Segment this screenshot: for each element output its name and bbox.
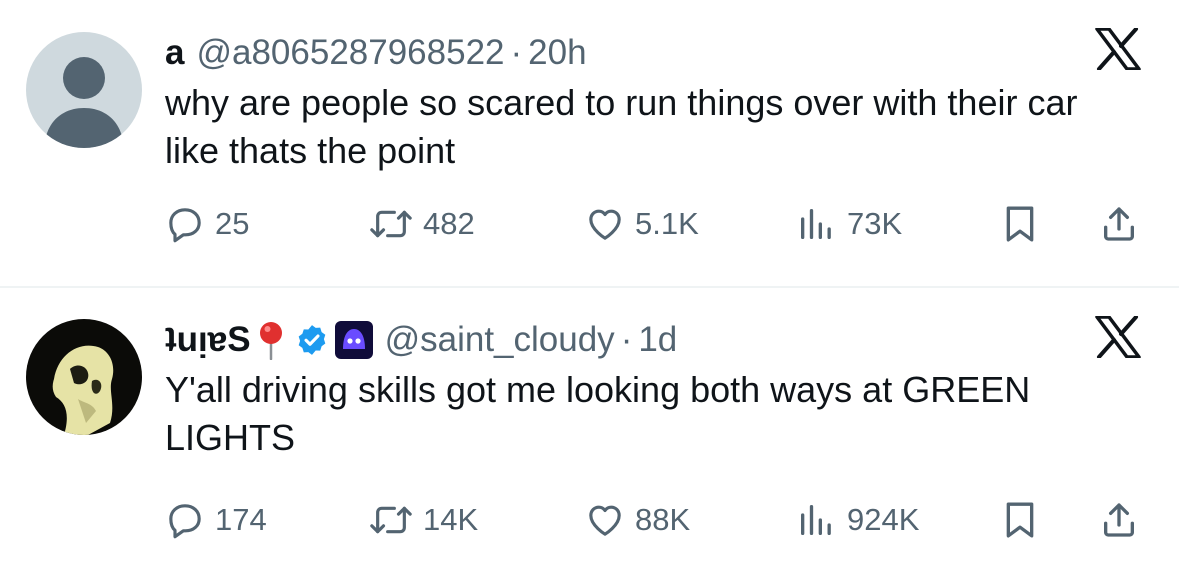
tweet-text: Y'all driving skills got me looking both…	[165, 369, 1031, 458]
reply-button[interactable]: 174	[165, 500, 267, 540]
like-icon	[589, 505, 621, 536]
tweet-content: a @a8065287968522 · 20h why are people s…	[165, 33, 1119, 175]
repost-button[interactable]: 14K	[369, 500, 478, 540]
repost-button[interactable]: 482	[369, 204, 475, 244]
views-icon	[801, 505, 831, 535]
repost-count: 482	[423, 206, 475, 241]
user-handle[interactable]: @saint_cloudy	[385, 320, 615, 360]
reply-count: 25	[215, 206, 250, 241]
repost-icon	[370, 506, 412, 534]
user-handle[interactable]: @a8065287968522	[196, 33, 504, 73]
display-name[interactable]: ʇuᴉɐS	[165, 320, 251, 360]
header-separator: ·	[510, 33, 523, 72]
bookmark-button[interactable]	[1001, 500, 1039, 540]
tweet-header: a @a8065287968522 · 20h	[165, 33, 1119, 73]
reply-icon	[169, 504, 201, 539]
views-button[interactable]: 73K	[795, 204, 902, 244]
reply-icon	[169, 208, 201, 243]
share-button[interactable]	[1099, 500, 1139, 540]
like-button[interactable]: 5.1K	[585, 204, 699, 244]
like-count: 5.1K	[635, 206, 699, 241]
bookmark-icon	[1006, 206, 1034, 242]
share-button[interactable]	[1099, 204, 1139, 244]
tweet-header: ʇuᴉɐS @saint_cloudy · 1d	[165, 320, 1119, 360]
repost-icon	[370, 210, 412, 238]
display-name[interactable]: a	[165, 33, 184, 73]
views-icon	[801, 209, 831, 239]
like-icon	[589, 209, 621, 240]
reply-button[interactable]: 25	[165, 204, 249, 244]
action-bar: 174 14K 88K 924K	[165, 494, 1149, 544]
action-bar: 25 482 5.1K 73K	[165, 198, 1149, 248]
reply-count: 174	[215, 502, 267, 537]
share-icon	[1104, 207, 1134, 241]
default-avatar-icon	[26, 32, 142, 148]
avatar[interactable]	[26, 32, 142, 148]
repost-count: 14K	[423, 502, 479, 537]
bookmark-button[interactable]	[1001, 204, 1039, 244]
like-count: 88K	[635, 502, 691, 537]
header-separator: ·	[620, 320, 633, 359]
like-button[interactable]: 88K	[585, 500, 690, 540]
pushpin-icon	[257, 320, 285, 360]
bookmark-icon	[1006, 502, 1034, 538]
tweet-content: ʇuᴉɐS @saint_cloudy · 1d Y'all driving s…	[165, 320, 1119, 462]
tweet-card[interactable]: ʇuᴉɐS @saint_cloudy · 1d Y'all driving s…	[0, 286, 1179, 579]
timestamp[interactable]: 20h	[528, 33, 586, 73]
verified-badge-icon	[295, 323, 329, 357]
tweet-card[interactable]: a @a8065287968522 · 20h why are people s…	[0, 0, 1179, 286]
x-logo-icon	[1095, 27, 1141, 75]
tweet-text: why are people so scared to run things o…	[165, 82, 1078, 171]
views-count: 73K	[847, 206, 903, 241]
views-button[interactable]: 924K	[795, 500, 919, 540]
x-logo-icon	[1095, 315, 1141, 363]
space-invader-icon	[334, 321, 373, 359]
timestamp[interactable]: 1d	[638, 320, 677, 360]
views-count: 924K	[847, 502, 920, 537]
profile-photo	[26, 319, 142, 435]
avatar[interactable]	[26, 319, 142, 435]
share-icon	[1104, 503, 1134, 537]
